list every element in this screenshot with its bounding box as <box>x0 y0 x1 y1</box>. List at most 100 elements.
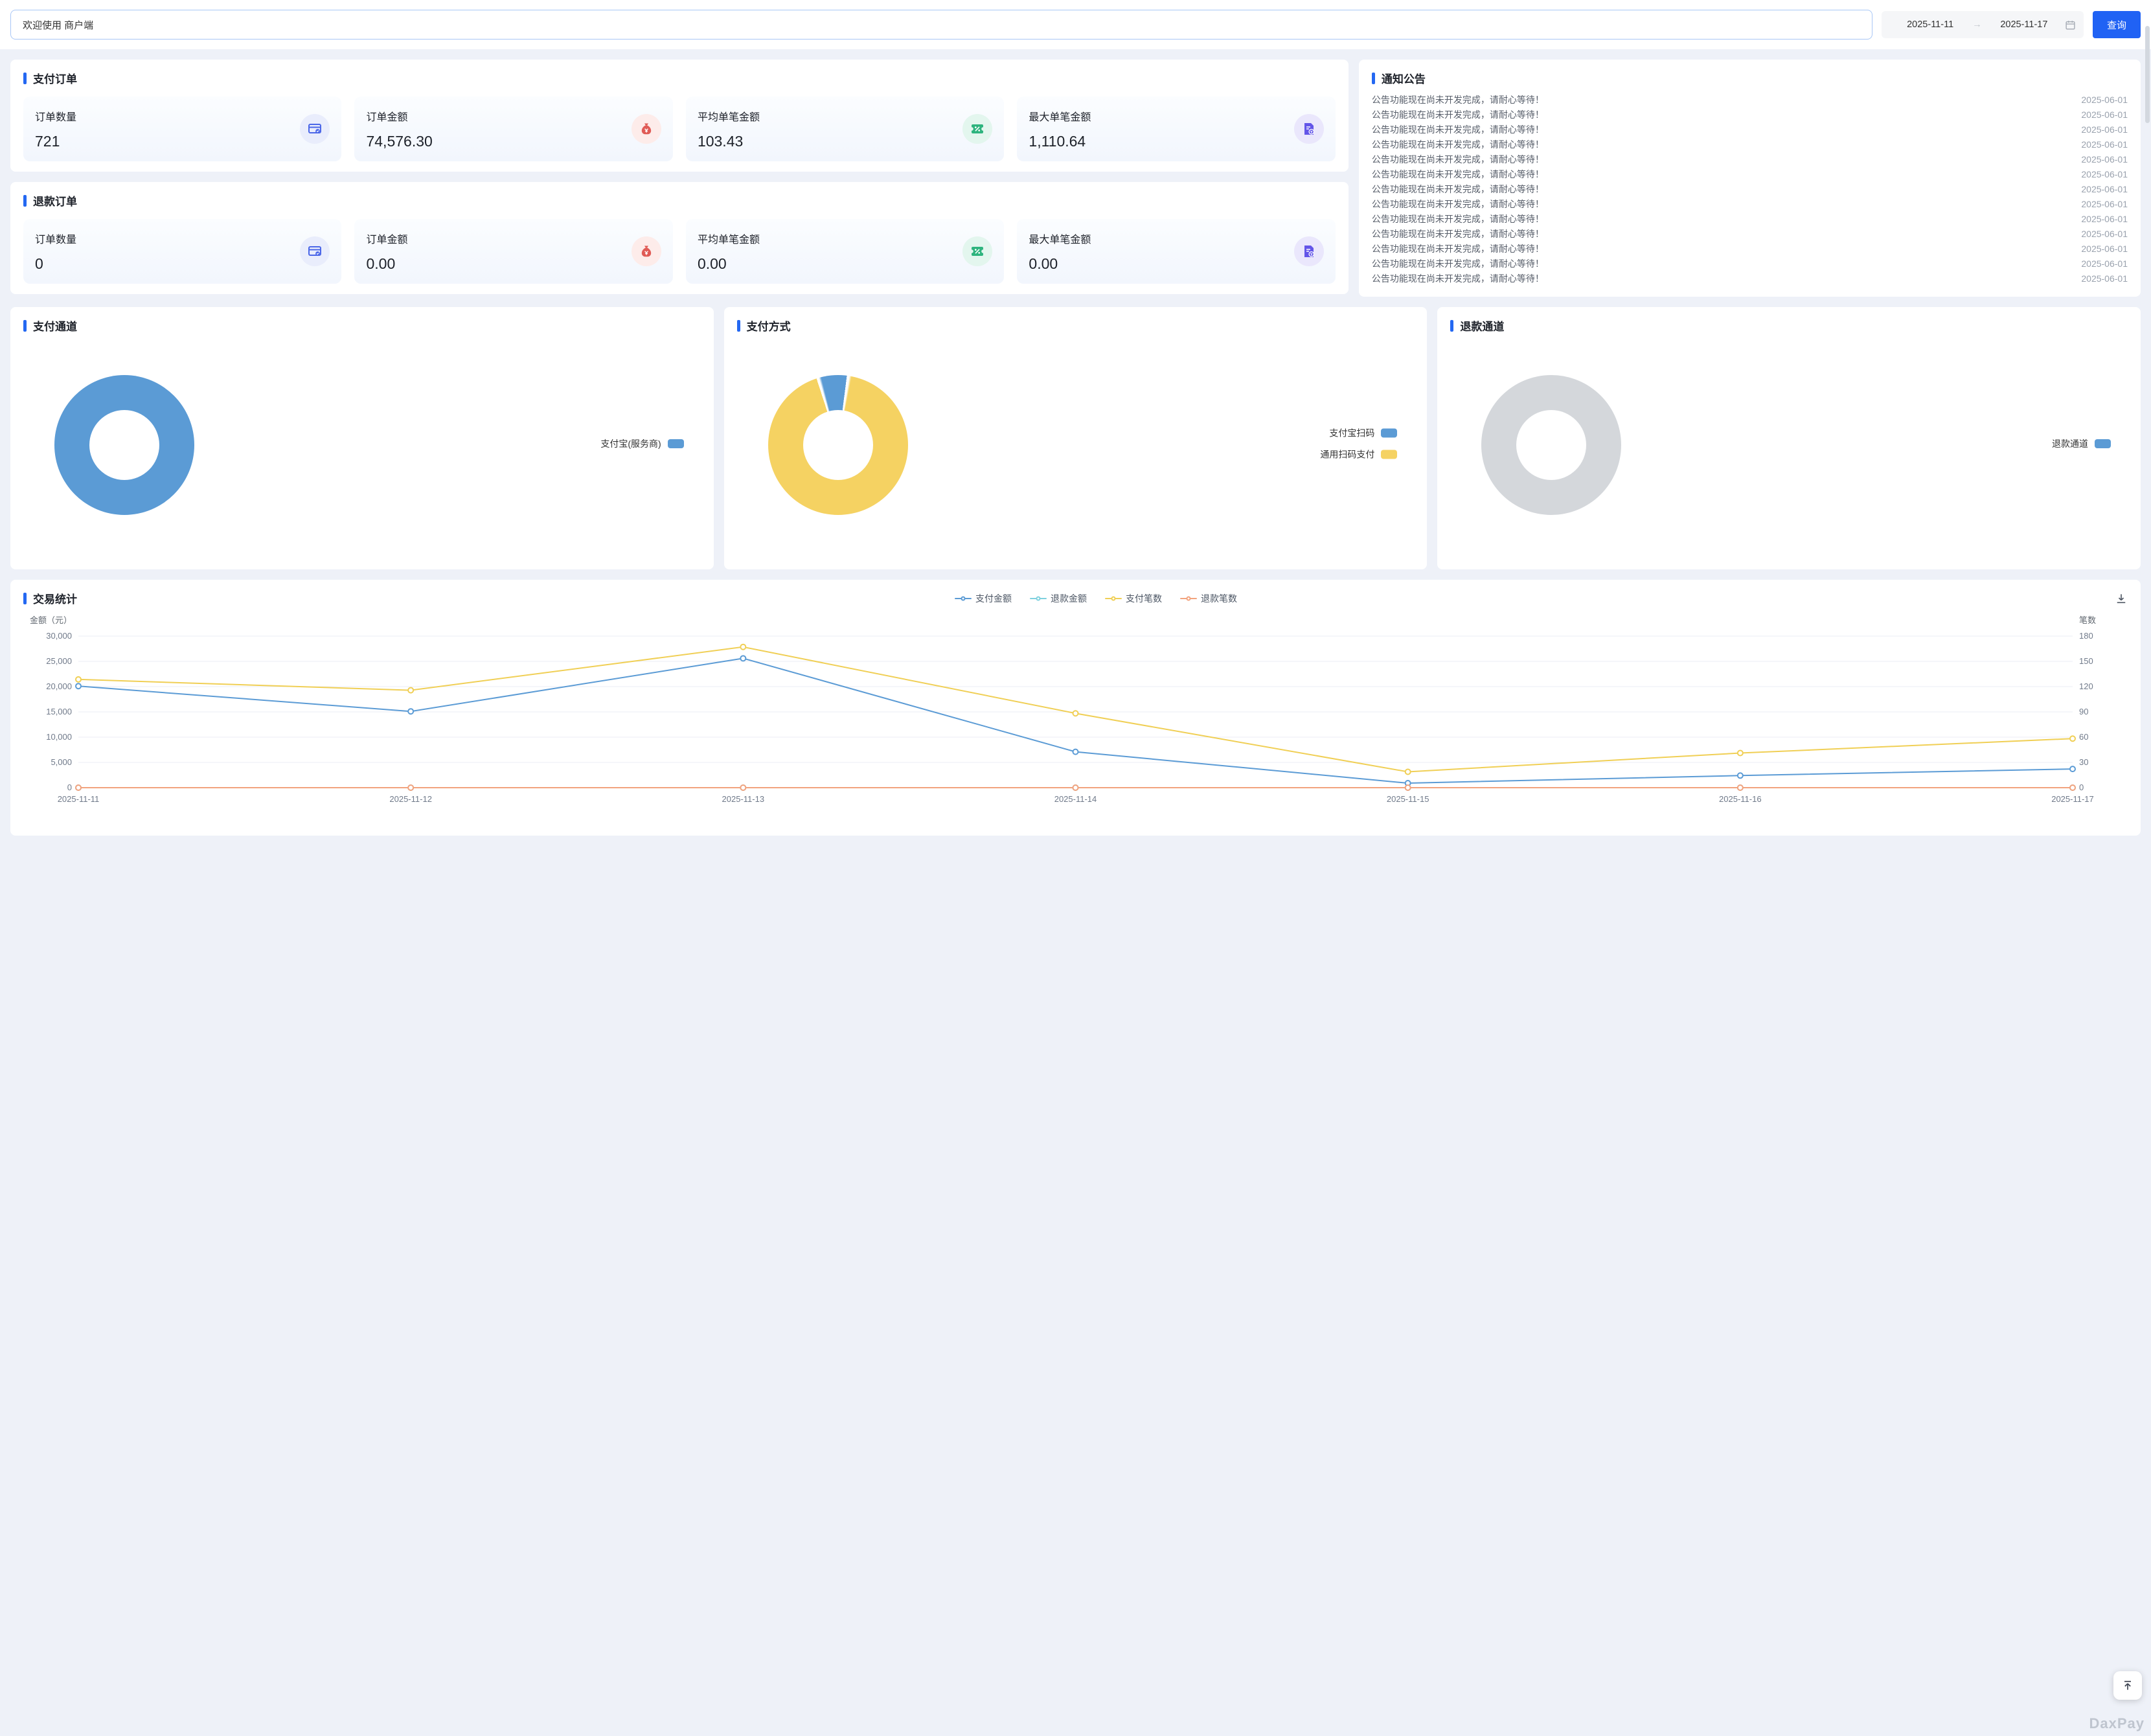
trend-legend-item[interactable]: 退款笔数 <box>1180 592 1237 605</box>
stat-label: 最大单笔金额 <box>1029 108 1091 124</box>
title-accent <box>23 195 27 207</box>
notice-text: 公告功能现在尚未开发完成，请耐心等待！ <box>1372 152 1544 167</box>
svg-text:2025-11-12: 2025-11-12 <box>389 794 432 804</box>
notice-item[interactable]: 公告功能现在尚未开发完成，请耐心等待！2025-06-01 <box>1372 137 2128 152</box>
stat-label: 最大单笔金额 <box>1029 231 1091 246</box>
notice-text: 公告功能现在尚未开发完成，请耐心等待！ <box>1372 212 1544 227</box>
svg-text:0: 0 <box>2079 782 2084 792</box>
trend-chart: 005,0003010,0006015,0009020,00012025,000… <box>23 613 2128 810</box>
card-title-text: 通知公告 <box>1382 70 1426 86</box>
date-range-picker[interactable]: 2025-11-11 → 2025-11-17 <box>1882 11 2084 38</box>
query-button[interactable]: 查询 <box>2093 11 2141 38</box>
svg-text:笔数: 笔数 <box>2079 615 2096 625</box>
notice-board-card: 通知公告 公告功能现在尚未开发完成，请耐心等待！2025-06-01公告功能现在… <box>1359 60 2141 297</box>
notice-item[interactable]: 公告功能现在尚未开发完成，请耐心等待！2025-06-01 <box>1372 122 2128 137</box>
svg-text:2025-11-16: 2025-11-16 <box>1719 794 1762 804</box>
title-accent <box>23 73 27 84</box>
calendar-icon[interactable] <box>2065 19 2076 30</box>
pie-legend: 支付宝扫码通用扫码支付 <box>1320 427 1397 461</box>
money-bag-icon <box>632 114 661 144</box>
percent-ticket-icon <box>962 114 992 144</box>
notice-item[interactable]: 公告功能现在尚未开发完成，请耐心等待！2025-06-01 <box>1372 152 2128 167</box>
notice-text: 公告功能现在尚未开发完成，请耐心等待！ <box>1372 137 1544 152</box>
stat-tile-avg-amount: 平均单笔金额 0.00 <box>686 219 1004 284</box>
stat-value: 103.43 <box>698 133 760 150</box>
svg-text:10,000: 10,000 <box>46 732 72 742</box>
pie-legend: 退款通道 <box>2052 437 2111 450</box>
stat-value: 0.00 <box>698 255 760 273</box>
notice-item[interactable]: 公告功能现在尚未开发完成，请耐心等待！2025-06-01 <box>1372 271 2128 286</box>
notice-item[interactable]: 公告功能现在尚未开发完成，请耐心等待！2025-06-01 <box>1372 212 2128 227</box>
stat-value: 721 <box>35 133 76 150</box>
notice-text: 公告功能现在尚未开发完成，请耐心等待！ <box>1372 122 1544 137</box>
notice-item[interactable]: 公告功能现在尚未开发完成，请耐心等待！2025-06-01 <box>1372 242 2128 257</box>
svg-text:金额（元）: 金额（元） <box>30 615 72 625</box>
notice-date: 2025-06-01 <box>2081 108 2128 122</box>
download-icon[interactable] <box>2115 592 2128 605</box>
notice-item[interactable]: 公告功能现在尚未开发完成，请耐心等待！ 2025-06-01 <box>1372 108 2128 122</box>
refund-orders-card: 退款订单 订单数量 0 订单金额 0.00 <box>10 182 1349 294</box>
svg-text:150: 150 <box>2079 656 2093 666</box>
top-bar: 欢迎使用 商户端 2025-11-11 → 2025-11-17 查询 <box>0 0 2151 49</box>
notice-item[interactable]: 公告功能现在尚未开发完成，请耐心等待！2025-06-01 <box>1372 257 2128 271</box>
notice-text: 公告功能现在尚未开发完成，请耐心等待！ <box>1372 197 1544 212</box>
stat-tile-order-count: 订单数量 0 <box>23 219 341 284</box>
notice-item[interactable]: 公告功能现在尚未开发完成，请耐心等待！ 2025-06-01 <box>1372 182 2128 197</box>
notice-date: 2025-06-01 <box>2081 182 2128 197</box>
svg-text:180: 180 <box>2079 631 2093 641</box>
stat-label: 平均单笔金额 <box>698 108 760 124</box>
notice-date: 2025-06-01 <box>2081 197 2128 212</box>
refund-channel-donut <box>1481 375 1621 515</box>
trend-legend-item[interactable]: 支付笔数 <box>1105 592 1162 605</box>
end-date-field[interactable]: 2025-11-17 <box>1983 19 2065 30</box>
svg-text:90: 90 <box>2079 707 2088 716</box>
stat-value: 1,110.64 <box>1029 133 1091 150</box>
title-accent <box>1450 320 1453 332</box>
dashboard: 支付订单 订单数量 721 订单金额 74,576.30 <box>0 49 2151 846</box>
stat-value: 0 <box>35 255 76 273</box>
card-title-text: 退款订单 <box>33 192 77 209</box>
pie-legend-swatch <box>1381 429 1397 438</box>
pay-channel-chart: 支付宝(服务商) <box>23 334 701 554</box>
pie-legend-item[interactable]: 支付宝(服务商) <box>600 437 683 450</box>
start-date-field[interactable]: 2025-11-11 <box>1889 19 1971 30</box>
pie-legend-item[interactable]: 退款通道 <box>2052 437 2111 450</box>
notice-list: 公告功能现在尚未开发完成，请耐心等待！ 2025-06-01 公告功能现在尚未开发完… <box>1372 93 2128 286</box>
stat-label: 订单数量 <box>35 108 76 124</box>
notice-item[interactable]: 公告功能现在尚未开发完成，请耐心等待！2025-06-01 <box>1372 227 2128 242</box>
notice-date: 2025-06-01 <box>2081 167 2128 182</box>
svg-text:2025-11-17: 2025-11-17 <box>2051 794 2094 804</box>
payment-orders-card: 支付订单 订单数量 721 订单金额 74,576.30 <box>10 60 1349 172</box>
trend-legend-item[interactable]: 支付金额 <box>955 592 1012 605</box>
trend-legend-label: 支付笔数 <box>1126 592 1162 605</box>
trend-legend-label: 支付金额 <box>975 592 1012 605</box>
scrollbar-thumb[interactable] <box>2145 26 2150 123</box>
stat-value: 0.00 <box>1029 255 1091 273</box>
notice-text: 公告功能现在尚未开发完成，请耐心等待！ <box>1372 108 1544 122</box>
notice-text: 公告功能现在尚未开发完成，请耐心等待！ <box>1372 271 1544 286</box>
notice-item[interactable]: 公告功能现在尚未开发完成，请耐心等待！ 2025-06-01 <box>1372 197 2128 212</box>
trend-chart-svg: 005,0003010,0006015,0009020,00012025,000… <box>23 613 2128 807</box>
stat-label: 订单金额 <box>366 231 407 246</box>
notice-text: 公告功能现在尚未开发完成，请耐心等待！ <box>1372 167 1544 182</box>
refund-channel-title: 退款通道 <box>1450 317 2128 334</box>
pie-legend-item[interactable]: 通用扫码支付 <box>1320 448 1397 461</box>
money-bag-icon <box>632 236 661 266</box>
notice-item[interactable]: 公告功能现在尚未开发完成，请耐心等待！2025-06-01 <box>1372 93 2128 108</box>
back-to-top-button[interactable] <box>2113 1671 2142 1700</box>
notice-text: 公告功能现在尚未开发完成，请耐心等待！ <box>1372 227 1544 242</box>
svg-text:30: 30 <box>2079 757 2088 767</box>
pay-method-title: 支付方式 <box>737 317 1415 334</box>
notice-text: 公告功能现在尚未开发完成，请耐心等待！ <box>1372 182 1544 197</box>
pie-legend-item[interactable]: 支付宝扫码 <box>1320 427 1397 440</box>
line-marker-icon <box>1030 595 1047 602</box>
stat-tile-max-amount: 最大单笔金额 1,110.64 <box>1017 97 1335 161</box>
pie-legend-label: 支付宝(服务商) <box>600 437 661 450</box>
daxpay-watermark: DaxPay <box>2089 1715 2145 1732</box>
notice-item[interactable]: 公告功能现在尚未开发完成，请耐心等待！ 2025-06-01 <box>1372 167 2128 182</box>
welcome-banner: 欢迎使用 商户端 <box>10 10 1872 40</box>
trend-legend-item[interactable]: 退款金额 <box>1030 592 1087 605</box>
line-marker-icon <box>955 595 972 602</box>
refund-channel-card: 退款通道 退款通道 <box>1437 307 2141 569</box>
notice-date: 2025-06-01 <box>2081 93 2128 108</box>
